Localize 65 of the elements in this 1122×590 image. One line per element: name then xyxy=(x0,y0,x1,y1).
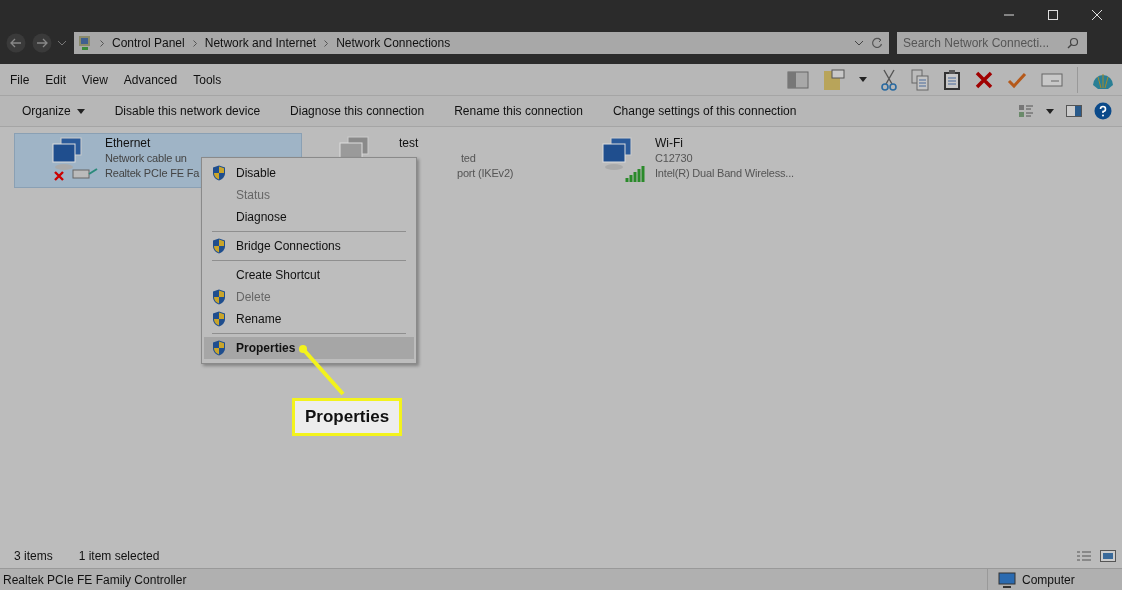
dropdown-caret-icon[interactable] xyxy=(58,40,66,46)
clipboard-icon[interactable] xyxy=(943,68,961,91)
connection-detail: Network cable un xyxy=(105,151,188,166)
chevron-icon xyxy=(100,39,104,47)
dropdown-caret-icon[interactable] xyxy=(855,40,863,46)
refresh-icon[interactable] xyxy=(871,37,883,49)
connection-detail: ted xyxy=(461,151,477,166)
selection-count: 1 item selected xyxy=(78,549,160,563)
command-button[interactable]: Disable this network device xyxy=(110,101,265,121)
menu-item[interactable]: Tools xyxy=(193,72,222,87)
connection-detail: C12730 xyxy=(655,151,694,166)
help-icon[interactable] xyxy=(1094,102,1112,120)
breadcrumb[interactable]: Control Panel xyxy=(112,36,185,50)
caret-icon xyxy=(76,108,85,114)
breadcrumb[interactable]: Network Connections xyxy=(336,36,451,50)
address-bar[interactable]: Control Panel Network and Internet Network Connections xyxy=(74,32,889,54)
callout-label: Properties xyxy=(292,398,403,436)
delete-icon[interactable] xyxy=(975,70,993,89)
menu-item[interactable]: Edit xyxy=(45,72,67,87)
context-menu-item[interactable]: Rename xyxy=(204,308,414,330)
shield-icon xyxy=(212,165,226,181)
search-icon xyxy=(1067,37,1079,49)
context-menu-item[interactable]: Create Shortcut xyxy=(204,264,414,286)
shield-icon xyxy=(212,340,226,356)
zone-label: Computer xyxy=(1022,572,1076,587)
connection-name: Wi-Fi xyxy=(655,136,684,151)
organize-button[interactable]: Organize xyxy=(18,101,89,121)
context-menu-item[interactable]: Bridge Connections xyxy=(204,235,414,257)
device-description: Realtek PCIe FE Family Controller xyxy=(3,572,187,587)
copy-icon[interactable] xyxy=(911,68,929,91)
shield-icon xyxy=(212,289,226,305)
close-icon[interactable] xyxy=(1092,10,1102,20)
preview-pane-icon[interactable] xyxy=(1066,105,1082,117)
caret-icon[interactable] xyxy=(859,77,867,82)
monitor-icon xyxy=(998,571,1016,588)
chevron-icon xyxy=(324,39,329,47)
shield-icon xyxy=(212,311,226,327)
search-field[interactable]: Search Network Connecti... xyxy=(897,32,1087,54)
menu-item[interactable]: Advanced xyxy=(123,72,178,87)
control-panel-icon xyxy=(78,35,92,51)
breadcrumb[interactable]: Network and Internet xyxy=(204,36,317,50)
checkmark-icon[interactable] xyxy=(1007,70,1027,89)
chevron-icon xyxy=(192,39,197,47)
maximize-icon[interactable] xyxy=(1048,10,1058,20)
shield-icon xyxy=(212,238,226,254)
menu-item[interactable]: View xyxy=(82,72,108,87)
view-options-icon[interactable] xyxy=(1018,104,1034,118)
large-icons-view-icon[interactable] xyxy=(1100,550,1116,562)
connection-detail: Realtek PCIe FE Fa xyxy=(105,166,200,181)
context-menu-item[interactable]: Diagnose xyxy=(204,206,414,228)
connection-name: test xyxy=(399,136,420,151)
caret-icon[interactable] xyxy=(1046,108,1054,114)
command-button[interactable]: Rename this connection xyxy=(450,101,587,121)
command-button[interactable]: Diagnose this connection xyxy=(286,101,429,121)
connection-name: Ethernet xyxy=(105,136,152,151)
command-button[interactable]: Change settings of this connection xyxy=(608,101,801,121)
folder-properties-icon[interactable] xyxy=(823,68,845,91)
connection-detail: port (IKEv2) xyxy=(457,166,514,181)
scissors-icon[interactable] xyxy=(881,68,897,91)
item-count: 3 items xyxy=(14,549,53,563)
context-menu-item[interactable]: Properties xyxy=(204,337,414,359)
connection-item[interactable]: Wi-Fi C12730 Intel(R) Dual Band Wireless... xyxy=(564,133,852,188)
pane-icon[interactable] xyxy=(787,70,809,89)
menu-item[interactable]: File xyxy=(10,72,30,87)
connection-detail: Intel(R) Dual Band Wireless... xyxy=(655,166,794,181)
